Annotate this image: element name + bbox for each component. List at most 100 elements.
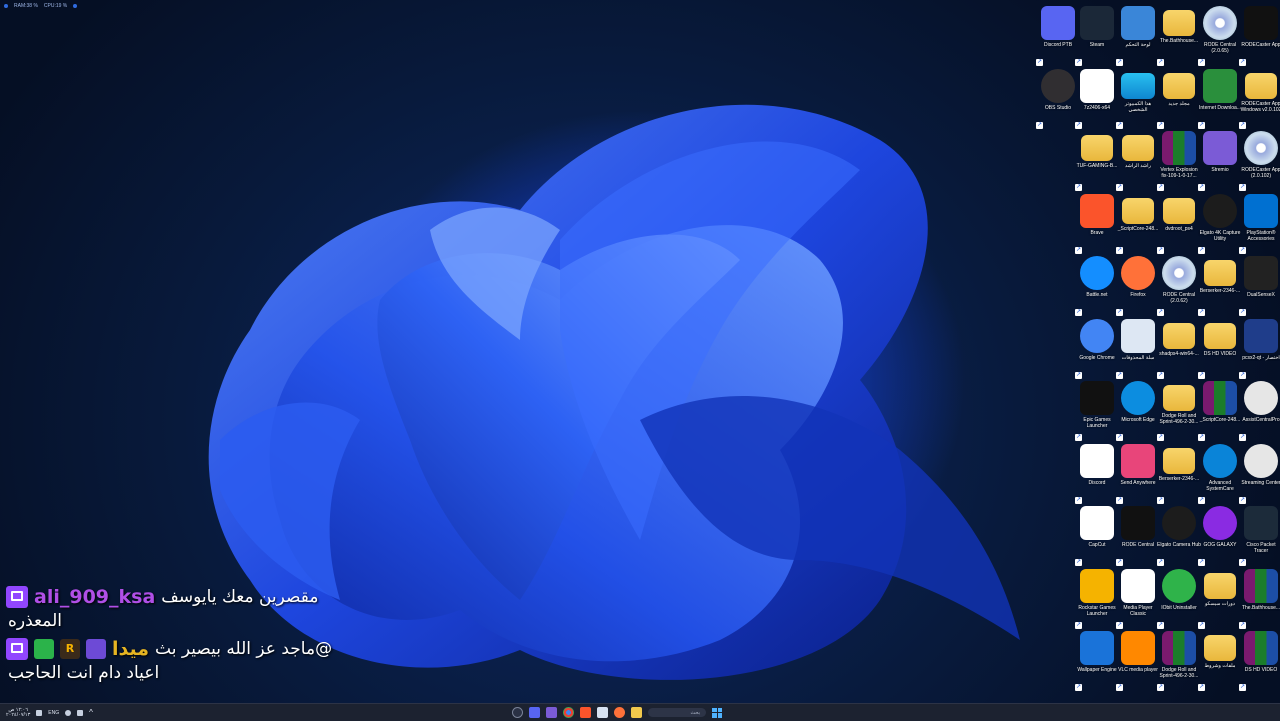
desktop-icon-label: Brave (1090, 229, 1104, 236)
desktop-icon[interactable]: ↗ shadps4-win64-... (1157, 317, 1201, 379)
desktop-icon[interactable]: ↗ GOG GALAXY (1198, 504, 1242, 566)
desktop-icon[interactable]: ↗ ملفات وشروط (1198, 629, 1242, 691)
desktop-icon[interactable]: ↗ RODE Central (1116, 504, 1160, 566)
desktop-icon[interactable]: ↗ RODE Central (2.0.65) (1198, 4, 1242, 66)
desktop-icon-label: CapCut (1088, 542, 1106, 548)
desktop-icon[interactable]: ↗ 7z2406-x64 (1075, 67, 1119, 129)
chat-text: ماجد عز الله بيصير بث@ (155, 639, 333, 659)
desktop-icon[interactable]: ↗ The.Bathhouse... (1239, 567, 1280, 629)
file-explorer-taskbar-icon[interactable] (631, 707, 642, 718)
obs-icon (1041, 68, 1075, 103)
desktop-icon[interactable]: ↗ هذا الكمبيوتر الشخصي (1116, 67, 1160, 129)
desktop-icon[interactable]: ↗ CapCut (1075, 504, 1119, 566)
folder-icon (1163, 197, 1195, 224)
shortcut-arrow-icon: ↗ (1239, 684, 1246, 691)
desktop-icon[interactable]: ↗ DS HD VIDEO (1239, 629, 1280, 691)
notification-icon[interactable] (36, 709, 43, 716)
desktop-icon[interactable]: ↗ Media Player Classic (1116, 567, 1160, 629)
elgato-4k-icon (1203, 193, 1237, 228)
obs-taskbar-icon[interactable] (512, 707, 523, 718)
desktop-icon[interactable]: ↗ DualSenseX (1239, 254, 1280, 316)
desktop-icon[interactable]: ↗ Brave (1075, 192, 1119, 254)
desktop-icon-label: TUF-GAMING-B... (1076, 163, 1118, 169)
desktop-icon[interactable]: ↗ مجلد جديد (1157, 67, 1201, 129)
pcsx2-icon (1244, 318, 1278, 353)
desktop-icon[interactable]: ↗ pcsx2-qt - اختصار (1239, 317, 1280, 379)
firefox-taskbar-icon[interactable] (614, 707, 625, 718)
desktop-icon[interactable]: ↗ _ScriptCore-248... (1198, 379, 1242, 441)
desktop-icon-label: Internet Downloa... (1199, 104, 1241, 111)
desktop-icon[interactable]: ↗ Internet Downloa... (1198, 67, 1242, 129)
desktop-icon[interactable]: ↗ Advanced SystemCare (1198, 442, 1242, 504)
desktop-icon[interactable]: ↗ Discord PTB (1036, 4, 1080, 66)
shortcut-arrow-icon: ↗ (1116, 559, 1123, 566)
chat-text-continuation: المعذره (8, 611, 62, 631)
desktop-icon[interactable]: ↗ سلة المحذوفات (1116, 317, 1160, 379)
taskbar-clock[interactable]: ١٢:٠٦ ص ٢٠٢٤/٠٧/١٣ (6, 707, 30, 718)
desktop-icon[interactable]: ↗ Elgato Camera Hub (1157, 504, 1201, 566)
desktop-icon[interactable]: ↗ راشد الراشد (1116, 129, 1160, 191)
desktop-icon[interactable]: ↗ Epic Games Launcher (1075, 379, 1119, 441)
desktop-icon[interactable]: ↗ TUF-GAMING-B... (1075, 129, 1119, 191)
stremio-taskbar-icon[interactable] (546, 707, 557, 718)
desktop-icon[interactable]: ↗ DS HD VIDEO (1198, 317, 1242, 379)
desktop-icon[interactable]: ↗ Streaming Center (1239, 442, 1280, 504)
desktop-icon[interactable]: ↗ Berserker-2346-... (1157, 442, 1201, 504)
desktop-icon[interactable]: ↗ The.Bathhouse... (1157, 4, 1201, 66)
folder-icon (1163, 10, 1195, 36)
desktop-icon[interactable]: ↗ IObit Uninstaller (1157, 567, 1201, 629)
chevron-up-icon[interactable]: ^ (89, 708, 93, 717)
desktop-icon[interactable]: ↗ Firefox (1116, 254, 1160, 316)
desktop-icon[interactable]: ↗ PlayStation® Accessories (1239, 192, 1280, 254)
desktop-icon[interactable]: ↗ Rockstar Games Launcher (1075, 567, 1119, 629)
desktop-icon[interactable]: ↗ OBS Studio (1036, 67, 1080, 129)
desktop-icon[interactable]: ↗ RODECaster App Windows v2.0.102 (1239, 67, 1280, 129)
discord-taskbar-icon[interactable] (529, 707, 540, 718)
desktop-icon[interactable]: ↗ Cisco Packet Tracer (1239, 504, 1280, 566)
desktop-icon[interactable]: ↗ Discord (1075, 442, 1119, 504)
desktop-icon[interactable]: ↗ Stremio (1198, 129, 1242, 191)
desktop-icon[interactable]: ↗ Steam (1075, 4, 1119, 66)
desktop-icon[interactable]: ↗ Google Chrome (1075, 317, 1119, 379)
start-button-icon[interactable] (712, 707, 722, 718)
microphone-icon[interactable] (65, 709, 72, 716)
shortcut-arrow-icon: ↗ (1157, 434, 1164, 441)
store-taskbar-icon[interactable] (597, 707, 608, 718)
desktop-icon[interactable]: ↗ RODECaster App (2.0.102) (1239, 129, 1280, 191)
desktop-icon-label: DS HD VIDEO (1244, 667, 1278, 673)
desktop-icon[interactable]: ↗ Microsoft Edge (1116, 379, 1160, 441)
desktop-icon[interactable]: ↗ Wallpaper Engine (1075, 629, 1119, 691)
shortcut-arrow-icon: ↗ (1116, 309, 1123, 316)
desktop-icon[interactable]: ↗ Dodge Roll and Sprint-496-2-30... (1157, 629, 1201, 691)
desktop-icon[interactable]: ↗ RODE Central (2.0.62) (1157, 254, 1201, 316)
desktop-icon[interactable]: ↗ dvdroot_ps4 (1157, 192, 1201, 254)
rode-icon (1121, 506, 1155, 540)
desktop-icon[interactable]: ↗ Elgato 4K Capture Utility (1198, 192, 1242, 254)
desktop-icon[interactable]: ↗ Battle.net (1075, 254, 1119, 316)
desktop-icon[interactable]: ↗ لوحة التحكم (1116, 4, 1160, 66)
chrome-taskbar-icon[interactable] (563, 707, 574, 718)
desktop-icon[interactable]: ↗ VLC media player (1116, 629, 1160, 691)
shortcut-arrow-icon: ↗ (1157, 371, 1164, 379)
language-indicator[interactable]: ENG (48, 710, 59, 716)
desktop-icon-label: 7z2406-x64 (1083, 104, 1111, 111)
desktop-icon[interactable]: ↗ Berserker-2346-... (1198, 254, 1242, 316)
desktop-icon[interactable]: ↗ Vertex Explosion fix-109-1-0-17... (1157, 129, 1201, 191)
taskbar-search[interactable]: بحث (648, 708, 706, 717)
shortcut-arrow-icon: ↗ (1198, 559, 1205, 566)
desktop-icon-label: AssistCentralPro (1242, 417, 1280, 423)
desktop-icon[interactable]: ↗ RODECaster App (1239, 4, 1280, 66)
desktop-icon-label: Wallpaper Engine (1077, 667, 1117, 673)
desktop-icon[interactable]: ↗ Dodge Roll and Sprint-496-2-30... (1157, 379, 1201, 441)
desktop-icon-label: Microsoft Edge (1121, 417, 1155, 423)
desktop-icon[interactable]: ↗ دورات سيسكو (1198, 567, 1242, 629)
desktop-icon[interactable]: ↗ _ScriptCore-248... (1116, 192, 1160, 254)
shortcut-arrow-icon: ↗ (1198, 434, 1205, 441)
brave-taskbar-icon[interactable] (580, 707, 591, 718)
volume-icon[interactable] (77, 709, 84, 716)
winrar-icon (1162, 131, 1196, 165)
desktop-icon[interactable]: ↗ AssistCentralPro (1239, 379, 1280, 441)
desktop-icon[interactable]: ↗ Send Anywhere (1116, 442, 1160, 504)
shortcut-arrow-icon: ↗ (1157, 559, 1164, 566)
this-pc-icon (1121, 72, 1155, 99)
